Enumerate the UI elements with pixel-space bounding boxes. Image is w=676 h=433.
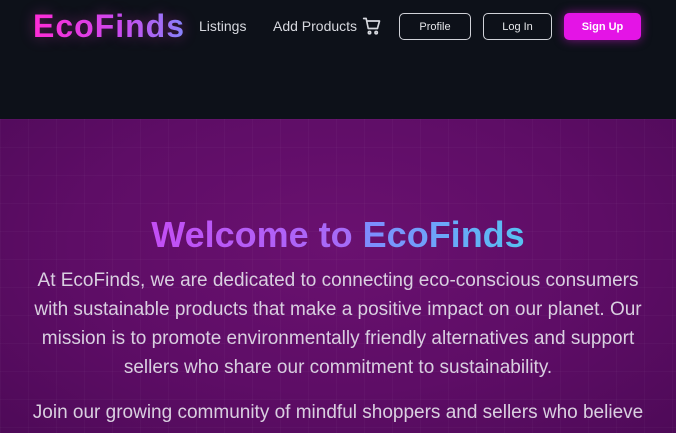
hero-title: Welcome to EcoFinds (0, 213, 676, 257)
site-header: EcoFinds Listings Add Products Profile L… (0, 0, 676, 119)
login-button[interactable]: Log In (483, 13, 552, 40)
hero-section: Welcome to EcoFinds At EcoFinds, we are … (0, 119, 676, 433)
hero-title-brand: EcoFinds (362, 214, 525, 255)
signup-button[interactable]: Sign Up (564, 13, 641, 40)
site-logo[interactable]: EcoFinds (33, 6, 185, 46)
nav-add-products-link[interactable]: Add Products (273, 16, 357, 36)
nav-listings-link[interactable]: Listings (199, 16, 246, 36)
hero-paragraph-mission: At EcoFinds, we are dedicated to connect… (34, 270, 642, 378)
profile-button[interactable]: Profile (399, 13, 471, 40)
hero-title-welcome: Welcome to (151, 214, 353, 255)
hero-paragraph-community: Join our growing community of mindful sh… (32, 402, 644, 423)
shopping-cart-icon[interactable] (362, 16, 382, 36)
